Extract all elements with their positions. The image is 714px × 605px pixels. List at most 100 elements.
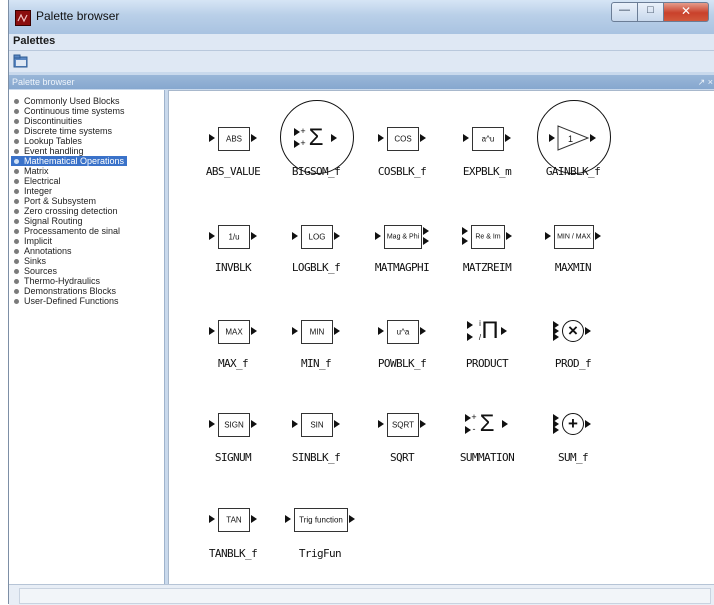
tree-bullet-icon xyxy=(14,178,19,184)
tree-item[interactable]: Sources xyxy=(11,266,60,276)
status-bar xyxy=(9,584,714,605)
minimize-button[interactable]: — xyxy=(611,2,638,22)
output-port-icon xyxy=(251,420,257,428)
tree-bullet-icon xyxy=(14,118,19,124)
output-port-icon xyxy=(420,420,426,428)
close-button[interactable]: ✕ xyxy=(664,2,709,22)
output-port-icon xyxy=(349,515,355,523)
tree-bullet-icon xyxy=(14,248,19,254)
tree-item[interactable]: Implicit xyxy=(11,236,55,246)
block-name-label: LOGBLK_f xyxy=(291,261,341,274)
block-name-label: TANBLK_f xyxy=(208,547,258,560)
block-name-label: SINBLK_f xyxy=(291,451,341,464)
tree-item[interactable]: Thermo-Hydraulics xyxy=(11,276,103,286)
output-port-icon xyxy=(420,327,426,335)
tree-item[interactable]: Integer xyxy=(11,186,55,196)
tree-item[interactable]: Continuous time systems xyxy=(11,106,128,116)
block-name-label: SUM_f xyxy=(557,451,589,464)
title-bar[interactable]: Palette browser — □ ✕ xyxy=(9,0,714,34)
block-name-label: SUMMATION xyxy=(459,451,515,464)
block-icon-label: Trig function xyxy=(299,515,343,525)
panel-undock-close-icon[interactable]: ↗ × xyxy=(698,75,713,89)
multiply-circle-icon: × xyxy=(562,320,584,342)
block-icon-box: Re & Im xyxy=(471,225,505,249)
block-icon-box: u^a xyxy=(387,320,419,344)
output-port-icon xyxy=(251,515,257,523)
block-icon-box: Mag & Phi xyxy=(384,225,422,249)
tree-item[interactable]: Discontinuities xyxy=(11,116,85,126)
tree-bullet-icon xyxy=(14,198,19,204)
tree-item[interactable]: Electrical xyxy=(11,176,64,186)
toolbar xyxy=(9,51,714,72)
input-port-icon xyxy=(292,327,298,335)
tree-item-label: Processamento de sinal xyxy=(24,226,121,236)
output-port-icon xyxy=(423,237,429,245)
tree-item[interactable]: Annotations xyxy=(11,246,75,256)
tree-bullet-icon xyxy=(14,158,19,164)
input-port-icon xyxy=(209,327,215,335)
tree-item[interactable]: Processamento de sinal xyxy=(11,226,123,236)
tree-item[interactable]: Discrete time systems xyxy=(11,126,115,136)
block-name-label: EXPBLK_m xyxy=(462,165,512,178)
tree-bullet-icon xyxy=(14,238,19,244)
tree-item[interactable]: Mathematical Operations xyxy=(11,156,128,166)
circle-symbol: × xyxy=(568,321,578,340)
tree-item[interactable]: Demonstrations Blocks xyxy=(11,286,119,296)
folder-icon[interactable] xyxy=(13,54,29,68)
block-name-label: MATZREIM xyxy=(462,261,512,274)
tree-item[interactable]: User-Defined Functions xyxy=(11,296,122,306)
tree-item-label: Discrete time systems xyxy=(24,126,113,136)
output-port-icon xyxy=(420,134,426,142)
scilab-app-icon xyxy=(15,10,31,26)
tree-bullet-icon xyxy=(14,168,19,174)
block-icon-label: MIN xyxy=(309,327,325,337)
palette-blocks-pane: ABS ABS_VALUE Σ + + BIGSOM_f COS COSBLK_f a^u EXP… xyxy=(168,90,714,586)
tree-bullet-icon xyxy=(14,108,19,114)
block-name-label: PROD_f xyxy=(554,357,592,370)
tree-item[interactable]: Commonly Used Blocks xyxy=(11,96,123,106)
tree-bullet-icon xyxy=(14,258,19,264)
output-port-icon xyxy=(585,420,591,428)
input-port-icon xyxy=(553,420,559,428)
output-port-icon xyxy=(501,327,507,335)
block-name-label: TrigFun xyxy=(298,547,342,560)
maximize-button[interactable]: □ xyxy=(638,2,664,22)
block-icon-box: 1/u xyxy=(218,225,250,249)
tree-item-label: Matrix xyxy=(24,166,49,176)
tree-item-label: Zero crossing detection xyxy=(24,206,118,216)
tree-bullet-icon xyxy=(14,138,19,144)
menu-palettes[interactable]: Palettes xyxy=(13,35,55,47)
tree-item[interactable]: Sinks xyxy=(11,256,49,266)
tree-bullet-icon xyxy=(14,228,19,234)
block-icon-box: a^u xyxy=(472,127,504,151)
tree-item-label: Event handling xyxy=(24,146,84,156)
tree-item-label: Demonstrations Blocks xyxy=(24,286,117,296)
input-port-icon xyxy=(462,227,468,235)
tree-item[interactable]: Lookup Tables xyxy=(11,136,85,146)
tree-item[interactable]: Zero crossing detection xyxy=(11,206,121,216)
tree-item-label: User-Defined Functions xyxy=(24,296,119,306)
block-icon-box: ABS xyxy=(218,127,250,151)
input-port-icon xyxy=(285,515,291,523)
tree-item[interactable]: Port & Subsystem xyxy=(11,196,99,206)
mul-div-label: i xyxy=(479,319,481,328)
tree-item-label: Commonly Used Blocks xyxy=(24,96,120,106)
input-port-icon xyxy=(292,420,298,428)
block-icon-label: SQRT xyxy=(391,420,415,430)
input-port-icon xyxy=(209,232,215,240)
input-port-icon xyxy=(467,333,473,341)
tree-item[interactable]: Signal Routing xyxy=(11,216,86,226)
block-icon-box: SIN xyxy=(301,413,333,437)
tree-bullet-icon xyxy=(14,98,19,104)
tree-bullet-icon xyxy=(14,148,19,154)
mul-div-label: / xyxy=(478,333,482,342)
output-port-icon xyxy=(251,134,257,142)
tree-item-label: Electrical xyxy=(24,176,61,186)
circle-symbol: + xyxy=(568,414,578,433)
tree-item[interactable]: Matrix xyxy=(11,166,52,176)
tree-item[interactable]: Event handling xyxy=(11,146,87,156)
input-port-icon xyxy=(378,420,384,428)
product-symbol: Π xyxy=(481,317,499,344)
input-port-icon xyxy=(209,420,215,428)
block-icon-box: SIGN xyxy=(218,413,250,437)
